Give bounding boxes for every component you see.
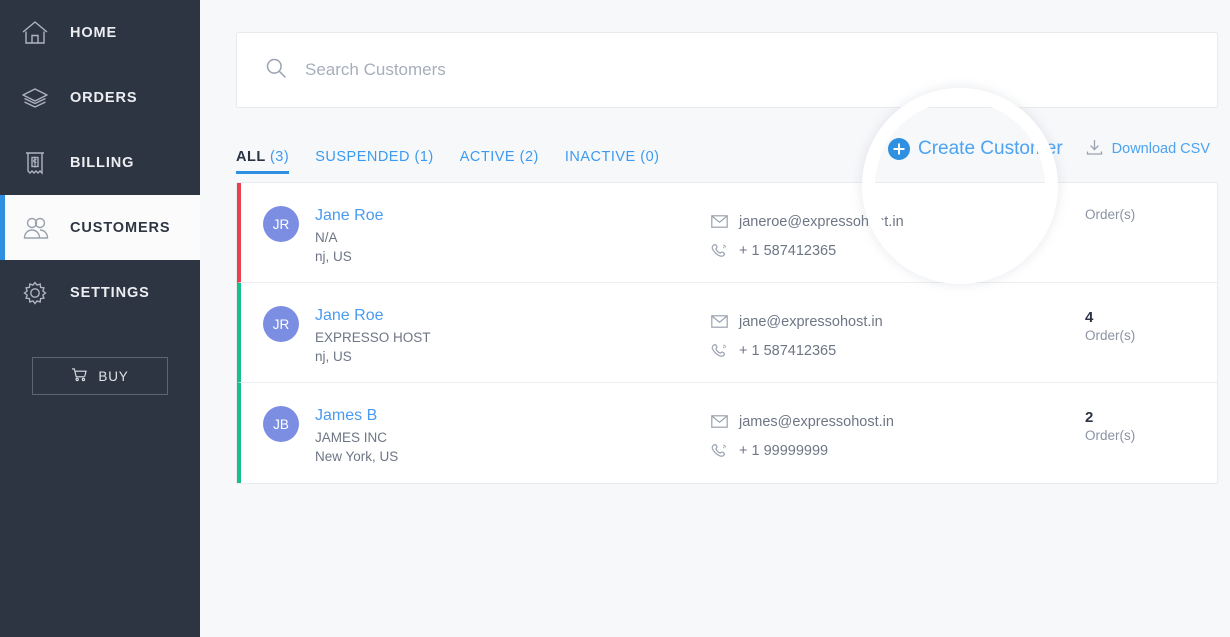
receipt-icon bbox=[20, 149, 56, 177]
search-input[interactable] bbox=[305, 60, 1217, 80]
customer-contact: jane@expressohost.in + 1 587412365 bbox=[711, 305, 1081, 365]
email-line: jane@expressohost.in bbox=[711, 307, 1081, 336]
phone-line: + 1 587412365 bbox=[711, 236, 1081, 265]
avatar: JR bbox=[263, 306, 299, 342]
sidebar-item-label: HOME bbox=[70, 25, 117, 41]
identity-text: Jane Roe N/A nj, US bbox=[315, 205, 384, 266]
sidebar-item-label: BILLING bbox=[70, 155, 134, 171]
sidebar: HOME ORDERS BI bbox=[0, 0, 200, 637]
tab-active[interactable]: ACTIVE (2) bbox=[460, 149, 539, 174]
phone-icon bbox=[711, 343, 728, 359]
envelope-icon bbox=[711, 215, 728, 228]
tabs-row: ALL (3) SUSPENDED (1) ACTIVE (2) INACTIV… bbox=[236, 118, 1218, 182]
email-line: james@expressohost.in bbox=[711, 407, 1081, 436]
table-row[interactable]: JB James B JAMES INC New York, US bbox=[237, 383, 1217, 483]
email-line: janeroe@expressohost.in bbox=[711, 207, 1081, 236]
customer-company: JAMES INC bbox=[315, 428, 398, 447]
tab-count: (3) bbox=[270, 149, 289, 165]
order-count: 2 bbox=[1085, 407, 1217, 428]
users-icon bbox=[20, 214, 56, 242]
download-csv-button[interactable]: Download CSV bbox=[1085, 139, 1210, 160]
app-root: HOME ORDERS BI bbox=[0, 0, 1230, 637]
download-csv-label: Download CSV bbox=[1112, 141, 1210, 157]
tab-count: (1) bbox=[414, 149, 433, 165]
tab-all[interactable]: ALL (3) bbox=[236, 149, 289, 174]
tab-count: (0) bbox=[640, 149, 659, 165]
identity-text: Jane Roe EXPRESSO HOST nj, US bbox=[315, 305, 431, 366]
sidebar-item-label: ORDERS bbox=[70, 90, 137, 106]
tab-label: SUSPENDED bbox=[315, 149, 410, 165]
envelope-icon bbox=[711, 315, 728, 328]
cart-icon bbox=[71, 367, 88, 385]
layers-icon bbox=[20, 84, 56, 112]
customer-name-link[interactable]: Jane Roe bbox=[315, 305, 431, 328]
envelope-icon bbox=[711, 415, 728, 428]
plus-circle-icon bbox=[888, 138, 910, 160]
phone-line: + 1 99999999 bbox=[711, 436, 1081, 465]
table-row[interactable]: JR Jane Roe EXPRESSO HOST nj, US bbox=[237, 283, 1217, 383]
download-icon bbox=[1085, 139, 1104, 160]
sidebar-item-home[interactable]: HOME bbox=[0, 0, 200, 65]
tab-label: ALL bbox=[236, 149, 265, 165]
customer-contact: janeroe@expressohost.in + 1 587412365 bbox=[711, 205, 1081, 265]
phone-line: + 1 587412365 bbox=[711, 336, 1081, 365]
table-row[interactable]: JR Jane Roe N/A nj, US bbox=[237, 183, 1217, 283]
customer-company: N/A bbox=[315, 228, 384, 247]
avatar: JB bbox=[263, 406, 299, 442]
customer-email: janeroe@expressohost.in bbox=[739, 214, 904, 230]
customer-orders: 4 Order(s) bbox=[1081, 305, 1217, 343]
sidebar-item-settings[interactable]: SETTINGS bbox=[0, 260, 200, 325]
customer-orders: 2 Order(s) bbox=[1081, 405, 1217, 443]
sidebar-item-label: CUSTOMERS bbox=[70, 220, 170, 236]
identity-text: James B JAMES INC New York, US bbox=[315, 405, 398, 466]
gear-icon bbox=[20, 279, 56, 307]
sidebar-item-label: SETTINGS bbox=[70, 285, 150, 301]
tab-count: (2) bbox=[520, 149, 539, 165]
customer-identity: JR Jane Roe N/A nj, US bbox=[241, 205, 711, 266]
phone-icon bbox=[711, 443, 728, 459]
customer-identity: JR Jane Roe EXPRESSO HOST nj, US bbox=[241, 305, 711, 366]
buy-button-label: BUY bbox=[98, 369, 128, 384]
customer-orders: Order(s) bbox=[1081, 205, 1217, 222]
create-customer-label: Create Customer bbox=[918, 138, 1063, 160]
customer-email: james@expressohost.in bbox=[739, 414, 894, 430]
toolbar-actions: Create Customer Download CSV bbox=[888, 138, 1218, 162]
order-label: Order(s) bbox=[1085, 207, 1217, 222]
customer-contact: james@expressohost.in + 1 99999999 bbox=[711, 405, 1081, 465]
search-bar[interactable] bbox=[236, 32, 1218, 108]
buy-button-wrap: BUY bbox=[0, 325, 200, 395]
create-customer-button[interactable]: Create Customer bbox=[888, 138, 1063, 160]
status-tabs: ALL (3) SUSPENDED (1) ACTIVE (2) INACTIV… bbox=[236, 118, 660, 182]
order-label: Order(s) bbox=[1085, 328, 1217, 343]
customer-phone: + 1 99999999 bbox=[739, 443, 828, 459]
home-icon bbox=[20, 19, 56, 47]
customer-phone: + 1 587412365 bbox=[739, 243, 836, 259]
tab-label: INACTIVE bbox=[565, 149, 636, 165]
avatar: JR bbox=[263, 206, 299, 242]
customer-email: jane@expressohost.in bbox=[739, 314, 883, 330]
customer-name-link[interactable]: James B bbox=[315, 405, 398, 428]
tab-suspended[interactable]: SUSPENDED (1) bbox=[315, 149, 434, 174]
customer-location: nj, US bbox=[315, 247, 384, 266]
customer-location: nj, US bbox=[315, 347, 431, 366]
tab-label: ACTIVE bbox=[460, 149, 515, 165]
customer-list: JR Jane Roe N/A nj, US bbox=[236, 182, 1218, 484]
customer-name-link[interactable]: Jane Roe bbox=[315, 205, 384, 228]
tab-inactive[interactable]: INACTIVE (0) bbox=[565, 149, 660, 174]
content-wrapper: ALL (3) SUSPENDED (1) ACTIVE (2) INACTIV… bbox=[236, 32, 1218, 484]
sidebar-item-billing[interactable]: BILLING bbox=[0, 130, 200, 195]
phone-icon bbox=[711, 243, 728, 259]
customer-location: New York, US bbox=[315, 447, 398, 466]
sidebar-item-orders[interactable]: ORDERS bbox=[0, 65, 200, 130]
sidebar-item-customers[interactable]: CUSTOMERS bbox=[0, 195, 200, 260]
main-content: ALL (3) SUSPENDED (1) ACTIVE (2) INACTIV… bbox=[200, 0, 1230, 637]
customer-company: EXPRESSO HOST bbox=[315, 328, 431, 347]
order-count: 4 bbox=[1085, 307, 1217, 328]
customer-identity: JB James B JAMES INC New York, US bbox=[241, 405, 711, 466]
buy-button[interactable]: BUY bbox=[32, 357, 168, 395]
search-icon bbox=[265, 57, 287, 84]
order-label: Order(s) bbox=[1085, 428, 1217, 443]
customer-phone: + 1 587412365 bbox=[739, 343, 836, 359]
